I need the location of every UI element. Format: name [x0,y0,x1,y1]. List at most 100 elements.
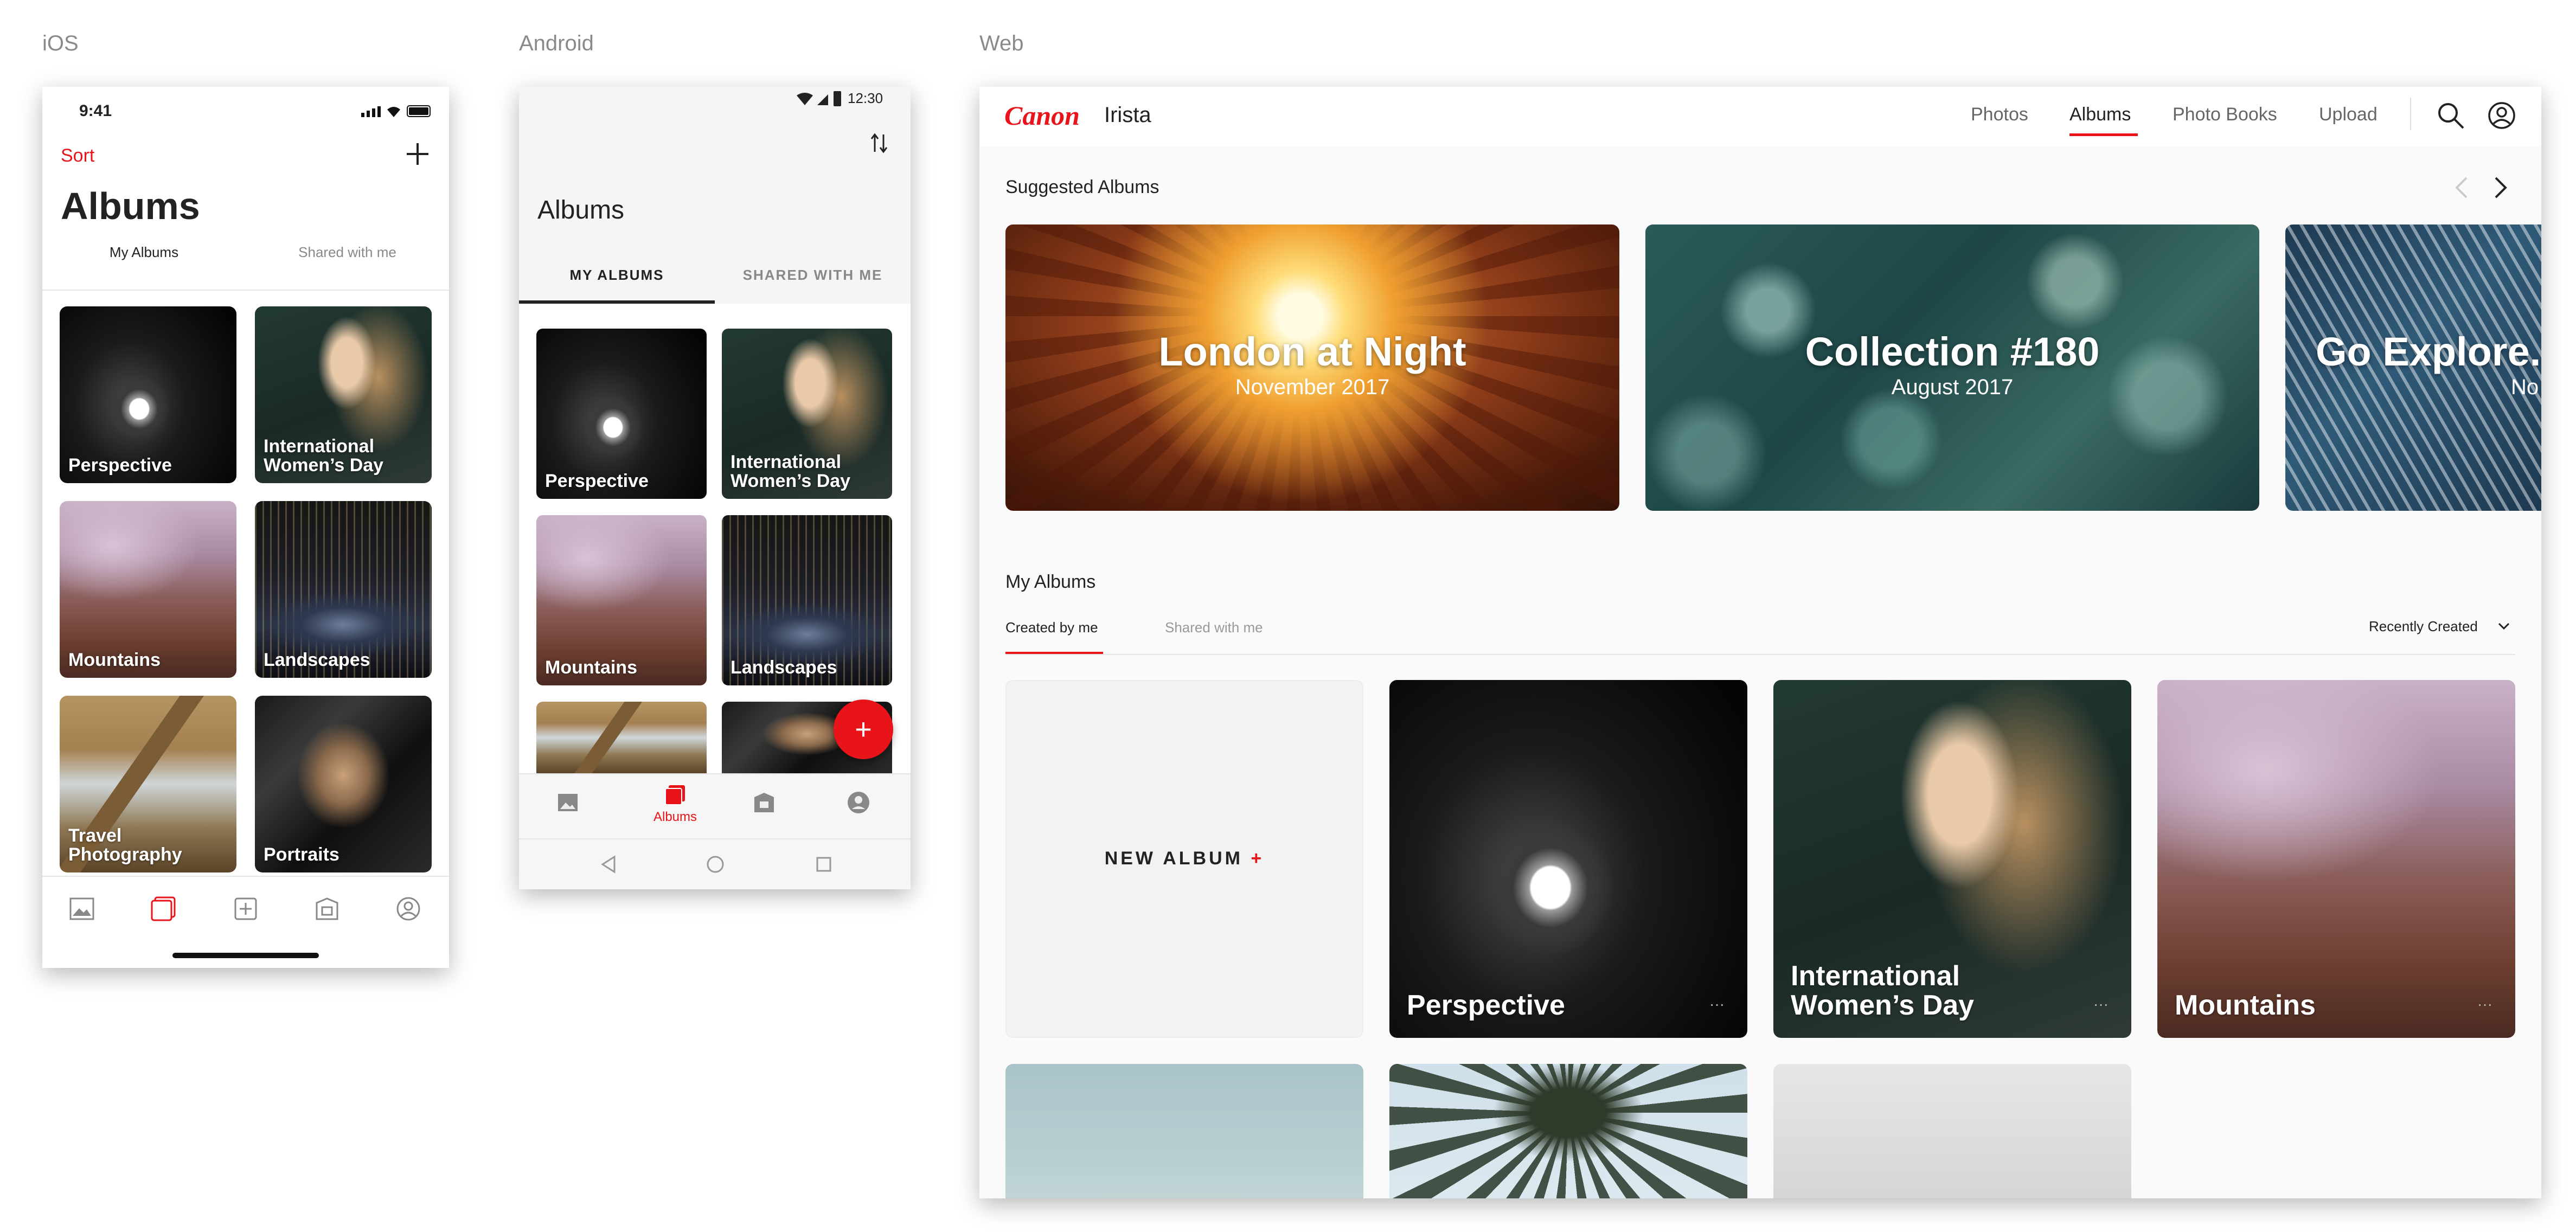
sort-icon[interactable] [869,132,889,157]
active-tab-indicator [519,300,715,304]
add-icon[interactable] [405,141,431,170]
sort-dropdown[interactable]: Recently Created [2369,618,2478,635]
album-label: Landscapes [264,650,370,671]
wifi-icon [796,92,814,109]
tab-shared-with-me[interactable]: SHARED WITH ME [715,267,911,284]
profile-icon[interactable] [847,791,870,817]
nav-upload[interactable]: Upload [2319,104,2378,125]
album-tile[interactable]: Portraits [255,696,432,872]
nav-albums-label: Albums [653,810,697,824]
album-label: Mountains [2175,990,2316,1022]
tab-my-albums[interactable]: My Albums [42,244,246,261]
my-albums-title: My Albums [1005,572,1096,592]
photo-book-icon[interactable] [752,791,776,817]
bottom-nav: Albums [519,773,911,839]
page-title: Albums [61,185,200,227]
suggested-album-date: November 2017 [1235,375,1390,399]
ios-tab-bar [42,876,449,968]
album-label: Mountains [545,657,637,678]
signal-icon [816,93,829,109]
wifi-icon [385,105,402,121]
ios-label: iOS [42,31,79,55]
suggested-album-card[interactable]: Collection #180 August 2017 [1645,224,2259,511]
signal-icon [361,106,382,117]
android-label: Android [519,31,594,55]
album-tile[interactable]: Travel Photography [60,696,236,872]
new-album-card[interactable]: NEW ALBUM + [1005,680,1363,1038]
album-label: Landscapes [730,657,837,678]
more-options-icon[interactable]: ··· [2093,996,2109,1013]
album-tile[interactable] [536,702,707,773]
album-label: Perspective [545,471,649,492]
nav-albums[interactable]: Albums [643,783,708,825]
tab-my-albums[interactable]: MY ALBUMS [519,267,715,284]
add-album-fab[interactable]: + [834,700,893,759]
album-tile[interactable]: Mountains ··· [2157,680,2515,1038]
nav-active-underline [2069,133,2138,136]
suggested-album-card[interactable]: Go Explore. No [2285,224,2541,511]
tab-shared-with-me[interactable]: Shared with me [246,244,449,261]
battery-icon [834,91,841,106]
album-tile[interactable] [1005,1064,1363,1198]
album-tile[interactable]: Perspective [60,306,236,483]
photo-book-icon[interactable] [313,895,341,925]
tab-created-by-me[interactable]: Created by me [1005,619,1098,636]
album-label: International Women’s Day [1791,960,1975,1022]
canon-logo[interactable]: Canon [1004,100,1080,131]
album-tile[interactable]: International Women’s Day [722,329,892,499]
album-tile[interactable]: Landscapes [255,501,432,678]
suggested-album-date: No [2511,375,2539,399]
photos-icon[interactable] [556,791,580,817]
sort-button[interactable]: Sort [61,145,94,166]
search-icon[interactable] [2436,101,2465,133]
home-icon[interactable] [704,854,726,878]
album-tile[interactable]: Perspective [536,329,707,499]
album-label: Mountains [68,650,161,671]
home-indicator[interactable] [172,953,319,958]
back-icon[interactable] [598,854,620,878]
plus-icon: + [1251,848,1265,869]
recents-icon[interactable] [813,854,835,878]
battery-icon [407,105,431,117]
album-label: International Women’s Day [264,435,384,476]
web-window: Canon Irista Photos Albums Photo Books U… [979,87,2541,1198]
carousel-next-icon[interactable] [2490,176,2510,202]
nav-albums[interactable]: Albums [2069,104,2131,125]
nav-photos[interactable]: Photos [1971,104,2028,125]
album-tile[interactable] [1389,1064,1747,1198]
chevron-down-icon[interactable] [2497,620,2511,635]
album-tile[interactable]: Mountains [536,515,707,685]
suggested-album-title: Collection #180 [1805,329,2100,374]
photos-icon[interactable] [68,895,95,925]
suggested-album-date: August 2017 [1891,375,2014,399]
album-label: Perspective [1407,990,1565,1022]
suggested-album-card[interactable]: London at Night November 2017 [1005,224,1619,511]
suggested-album-title: London at Night [1158,329,1466,374]
nav-photo-books[interactable]: Photo Books [2173,104,2277,125]
profile-icon[interactable] [395,895,422,925]
tab-shared-with-me[interactable]: Shared with me [1165,619,1263,636]
android-phone: 12:30 Albums MY ALBUMS SHARED WITH ME Pe… [519,87,911,889]
system-nav-bar [519,838,911,889]
product-name: Irista [1104,103,1151,127]
album-tile[interactable]: Landscapes [722,515,892,685]
carousel-prev-icon[interactable] [2452,176,2472,202]
page-title: Albums [537,196,625,224]
album-tile[interactable]: International Women’s Day [255,306,432,483]
more-options-icon[interactable]: ··· [2477,996,2492,1013]
more-options-icon[interactable]: ··· [1709,996,1725,1013]
album-tile[interactable]: Mountains [60,501,236,678]
album-tile[interactable]: Perspective ··· [1389,680,1747,1038]
upload-icon[interactable] [232,895,259,925]
account-icon[interactable] [2487,101,2516,133]
new-album-label: NEW ALBUM [1104,848,1243,869]
album-label: Travel Photography [68,825,182,865]
suggested-album-title: Go Explore. [2316,329,2541,374]
albums-icon[interactable] [150,895,177,925]
tabs-divider [1005,654,2515,655]
album-tile[interactable] [1773,1064,2131,1198]
album-tile[interactable]: International Women’s Day ··· [1773,680,2131,1038]
suggested-albums-title: Suggested Albums [1005,177,1159,197]
nav-divider [2410,98,2411,130]
album-label: Perspective [68,455,172,476]
